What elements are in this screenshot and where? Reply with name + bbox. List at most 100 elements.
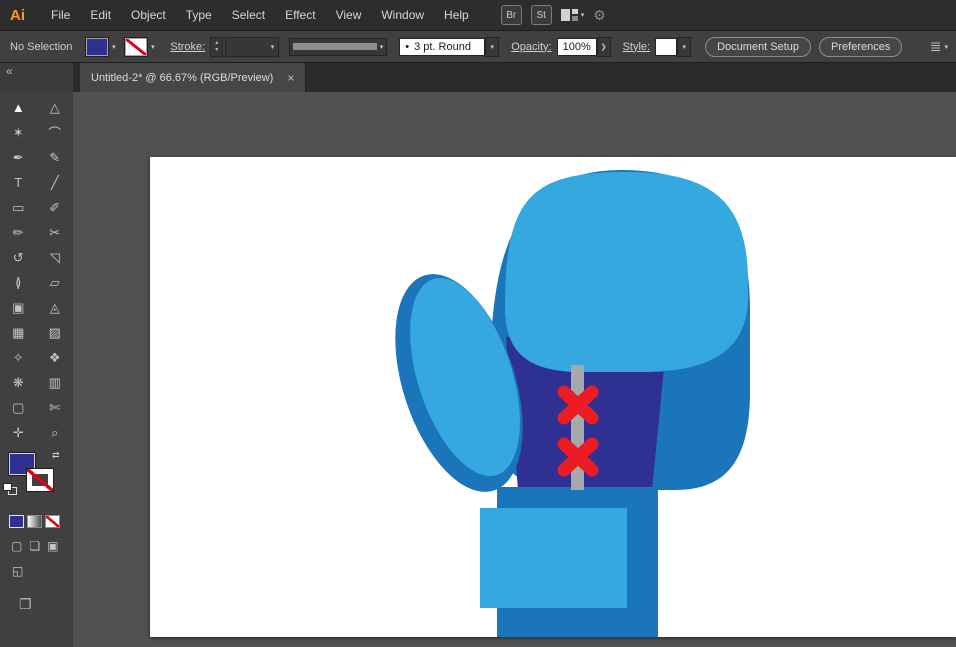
width-profile-dropdown[interactable]: ▾ <box>289 37 388 56</box>
glove-dome-shape[interactable] <box>505 172 748 372</box>
draw-normal-icon[interactable]: ▢ <box>11 539 22 553</box>
style-dropdown-button[interactable]: ▾ <box>677 36 692 57</box>
opacity-dropdown-button[interactable]: ❯ <box>596 36 611 57</box>
style-field[interactable] <box>655 37 678 56</box>
opacity-field[interactable]: 100% <box>556 37 597 56</box>
opacity-panel-link[interactable]: Opacity: <box>511 41 551 53</box>
brush-dropdown-button[interactable]: ▾ <box>485 36 500 57</box>
menu-edit[interactable]: Edit <box>80 0 121 30</box>
draw-inside-icon[interactable]: ▣ <box>47 539 58 553</box>
slice-tool[interactable]: ✄ <box>37 395 74 420</box>
selection-status: No Selection <box>10 40 73 53</box>
default-fill-stroke-icon[interactable] <box>3 483 17 495</box>
none-button[interactable] <box>45 515 60 528</box>
column-graph-tool[interactable]: ▥ <box>37 370 74 395</box>
rectangle-tool[interactable]: ▭ <box>0 195 37 220</box>
fill-color-swatch[interactable] <box>86 37 109 56</box>
menu-effect[interactable]: Effect <box>275 0 325 30</box>
brush-definition-field[interactable]: • 3 pt. Round <box>399 37 486 56</box>
canvas-area[interactable] <box>73 92 956 647</box>
zoom-tool[interactable]: ⌕ <box>37 420 74 445</box>
toolbar-collapse-button[interactable]: « <box>0 63 73 92</box>
shape-builder-tool[interactable]: ▣ <box>0 295 37 320</box>
style-panel-link[interactable]: Style: <box>623 41 651 53</box>
cuff-shape[interactable] <box>480 508 627 608</box>
close-icon[interactable]: × <box>287 71 294 85</box>
uniform-profile-preview <box>293 43 377 50</box>
gradient-tool[interactable]: ▨ <box>37 320 74 345</box>
menu-view[interactable]: View <box>326 0 372 30</box>
menu-window[interactable]: Window <box>371 0 434 30</box>
chevron-down-icon: ▾ <box>379 43 384 51</box>
lace-strip-shape[interactable] <box>571 365 584 490</box>
paintbrush-tool[interactable]: ✐ <box>37 195 74 220</box>
workspace-switcher[interactable]: ▾ <box>560 9 585 21</box>
document-tabs: Untitled-2* @ 66.67% (RGB/Preview) × <box>73 63 956 92</box>
artboard-tool[interactable]: ▢ <box>0 395 37 420</box>
document-setup-button[interactable]: Document Setup <box>705 36 812 57</box>
preferences-button[interactable]: Preferences <box>819 36 903 57</box>
tab-row: « Untitled-2* @ 66.67% (RGB/Preview) × <box>0 63 956 92</box>
rotate-tool[interactable]: ↺ <box>0 245 37 270</box>
tools-panel: ▲ △ ✶ ⌒ ✒ ✎ T ╱ ▭ ✐ ✏ ✂ ↺ ◹ ≬ ▱ ▣ ◬ ▦ ▨ … <box>0 92 73 647</box>
panel-menu-icon: ≣ <box>929 38 942 54</box>
line-segment-tool[interactable]: ╱ <box>37 170 74 195</box>
control-panel-menu[interactable]: ≣ ▾ <box>930 38 948 55</box>
menu-help[interactable]: Help <box>434 0 479 30</box>
screen-mode-icon[interactable]: ◱ <box>12 564 73 578</box>
chevron-down-icon: ▾ <box>270 43 275 51</box>
menu-file[interactable]: File <box>41 0 80 30</box>
scissors-tool[interactable]: ✂ <box>37 220 74 245</box>
type-tool[interactable]: T <box>0 170 37 195</box>
perspective-grid-tool[interactable]: ◬ <box>37 295 74 320</box>
stepper-up-icon[interactable]: ▴ <box>215 40 218 47</box>
brush-dot-icon: • <box>405 40 410 53</box>
stock-button[interactable]: St <box>530 5 552 25</box>
chevron-down-icon: ▾ <box>580 12 585 19</box>
symbol-sprayer-tool[interactable]: ❋ <box>0 370 37 395</box>
change-screen-mode-icon[interactable]: ❐ <box>19 596 73 613</box>
stroke-dropdown-icon[interactable]: ▾ <box>147 43 158 51</box>
fill-dropdown-icon[interactable]: ▾ <box>108 43 119 51</box>
scale-tool[interactable]: ◹ <box>37 245 74 270</box>
none-slash-icon <box>27 469 53 491</box>
swap-fill-stroke-icon[interactable]: ⇄ <box>52 450 60 461</box>
free-transform-tool[interactable]: ▱ <box>37 270 74 295</box>
gradient-button[interactable] <box>27 515 42 528</box>
draw-behind-icon[interactable]: ❏ <box>29 539 40 553</box>
direct-selection-tool[interactable]: △ <box>37 95 74 120</box>
menu-bar: Ai File Edit Object Type Select Effect V… <box>0 0 956 30</box>
stroke-weight-stepper[interactable]: ▴ ▾ <box>210 36 224 57</box>
color-button[interactable] <box>9 515 24 528</box>
chevron-down-icon: ▾ <box>944 43 948 51</box>
stepper-down-icon[interactable]: ▾ <box>215 47 218 54</box>
curvature-tool[interactable]: ✎ <box>37 145 74 170</box>
menu-type[interactable]: Type <box>176 0 222 30</box>
menu-object[interactable]: Object <box>121 0 176 30</box>
mesh-tool[interactable]: ▦ <box>0 320 37 345</box>
boxing-glove-artwork <box>395 170 750 637</box>
pencil-tool[interactable]: ✏ <box>0 220 37 245</box>
hand-tool[interactable]: ✛ <box>0 420 37 445</box>
bridge-button[interactable]: Br <box>500 5 522 25</box>
brush-name: 3 pt. Round <box>414 40 471 53</box>
document-tab-title: Untitled-2* @ 66.67% (RGB/Preview) <box>91 71 274 84</box>
stroke-panel-link[interactable]: Stroke: <box>170 41 205 53</box>
selection-tool[interactable]: ▲ <box>0 95 37 120</box>
width-tool[interactable]: ≬ <box>0 270 37 295</box>
artboard[interactable] <box>150 157 956 637</box>
blend-tool[interactable]: ❖ <box>37 345 74 370</box>
stroke-weight-dropdown[interactable]: ▾ <box>225 36 280 57</box>
paint-style-buttons <box>9 515 73 528</box>
lasso-tool[interactable]: ⌒ <box>37 120 74 145</box>
menu-select[interactable]: Select <box>222 0 275 30</box>
workspace-icon <box>560 9 578 21</box>
stroke-color-swatch[interactable] <box>125 37 148 56</box>
sync-settings-icon[interactable]: ⚙ <box>593 7 606 24</box>
control-bar: No Selection ▾ ▾ Stroke: ▴ ▾ ▾ ▾ • 3 pt.… <box>0 30 956 63</box>
eyedropper-tool[interactable]: ✧ <box>0 345 37 370</box>
pen-tool[interactable]: ✒ <box>0 145 37 170</box>
document-tab[interactable]: Untitled-2* @ 66.67% (RGB/Preview) × <box>80 63 307 92</box>
fill-stroke-proxy: ⇄ <box>0 450 73 509</box>
magic-wand-tool[interactable]: ✶ <box>0 120 37 145</box>
